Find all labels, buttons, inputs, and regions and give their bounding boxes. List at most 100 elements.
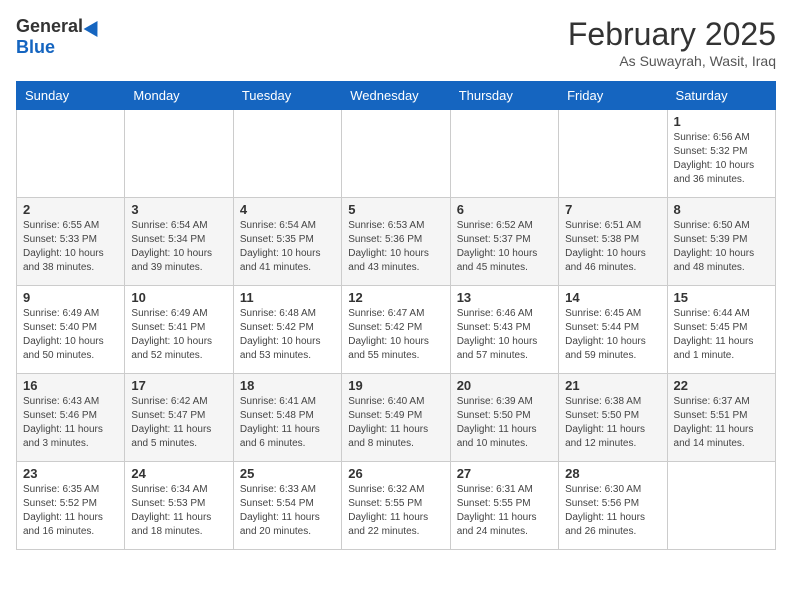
day-info: Sunrise: 6:42 AM Sunset: 5:47 PM Dayligh… bbox=[131, 395, 226, 451]
day-info: Sunrise: 6:54 AM Sunset: 5:35 PM Dayligh… bbox=[240, 219, 335, 275]
calendar-cell: 7 Sunrise: 6:51 AM Sunset: 5:38 PM Daylig… bbox=[559, 198, 667, 286]
day-number: 27 bbox=[457, 466, 552, 481]
day-number: 20 bbox=[457, 378, 552, 393]
calendar-cell: 27 Sunrise: 6:31 AM Sunset: 5:55 PM Dayli… bbox=[450, 462, 558, 550]
day-info: Sunrise: 6:49 AM Sunset: 5:41 PM Dayligh… bbox=[131, 307, 226, 363]
calendar-cell: 25 Sunrise: 6:33 AM Sunset: 5:54 PM Dayli… bbox=[233, 462, 341, 550]
column-header-monday: Monday bbox=[125, 82, 233, 110]
day-info: Sunrise: 6:41 AM Sunset: 5:48 PM Dayligh… bbox=[240, 395, 335, 451]
calendar-cell bbox=[233, 110, 341, 198]
calendar-week-row: 16 Sunrise: 6:43 AM Sunset: 5:46 PM Dayli… bbox=[17, 374, 776, 462]
day-info: Sunrise: 6:47 AM Sunset: 5:42 PM Dayligh… bbox=[348, 307, 443, 363]
calendar-cell bbox=[667, 462, 775, 550]
calendar-cell: 24 Sunrise: 6:34 AM Sunset: 5:53 PM Dayli… bbox=[125, 462, 233, 550]
calendar-cell: 12 Sunrise: 6:47 AM Sunset: 5:42 PM Dayli… bbox=[342, 286, 450, 374]
calendar-week-row: 9Sunrise: 6:49 AM Sunset: 5:40 PM Daylig… bbox=[17, 286, 776, 374]
month-year-title: February 2025 bbox=[568, 16, 776, 53]
day-number: 17 bbox=[131, 378, 226, 393]
day-info: Sunrise: 6:54 AM Sunset: 5:34 PM Dayligh… bbox=[131, 219, 226, 275]
calendar-cell bbox=[125, 110, 233, 198]
day-number: 7 bbox=[565, 202, 660, 217]
day-number: 16 bbox=[23, 378, 118, 393]
day-info: Sunrise: 6:51 AM Sunset: 5:38 PM Dayligh… bbox=[565, 219, 660, 275]
day-info: Sunrise: 6:38 AM Sunset: 5:50 PM Dayligh… bbox=[565, 395, 660, 451]
column-header-tuesday: Tuesday bbox=[233, 82, 341, 110]
day-info: Sunrise: 6:30 AM Sunset: 5:56 PM Dayligh… bbox=[565, 483, 660, 539]
calendar-cell: 4 Sunrise: 6:54 AM Sunset: 5:35 PM Daylig… bbox=[233, 198, 341, 286]
day-info: Sunrise: 6:49 AM Sunset: 5:40 PM Dayligh… bbox=[23, 307, 118, 363]
calendar-cell: 21 Sunrise: 6:38 AM Sunset: 5:50 PM Dayli… bbox=[559, 374, 667, 462]
day-info: Sunrise: 6:56 AM Sunset: 5:32 PM Dayligh… bbox=[674, 131, 769, 187]
day-number: 10 bbox=[131, 290, 226, 305]
calendar-week-row: 1 Sunrise: 6:56 AM Sunset: 5:32 PM Daylig… bbox=[17, 110, 776, 198]
day-number: 12 bbox=[348, 290, 443, 305]
day-number: 11 bbox=[240, 290, 335, 305]
day-info: Sunrise: 6:33 AM Sunset: 5:54 PM Dayligh… bbox=[240, 483, 335, 539]
day-info: Sunrise: 6:50 AM Sunset: 5:39 PM Dayligh… bbox=[674, 219, 769, 275]
calendar-cell bbox=[559, 110, 667, 198]
day-info: Sunrise: 6:39 AM Sunset: 5:50 PM Dayligh… bbox=[457, 395, 552, 451]
day-number: 6 bbox=[457, 202, 552, 217]
calendar-cell bbox=[17, 110, 125, 198]
day-info: Sunrise: 6:31 AM Sunset: 5:55 PM Dayligh… bbox=[457, 483, 552, 539]
day-info: Sunrise: 6:44 AM Sunset: 5:45 PM Dayligh… bbox=[674, 307, 769, 363]
day-info: Sunrise: 6:53 AM Sunset: 5:36 PM Dayligh… bbox=[348, 219, 443, 275]
day-number: 15 bbox=[674, 290, 769, 305]
calendar-cell: 19 Sunrise: 6:40 AM Sunset: 5:49 PM Dayli… bbox=[342, 374, 450, 462]
day-number: 23 bbox=[23, 466, 118, 481]
day-info: Sunrise: 6:55 AM Sunset: 5:33 PM Dayligh… bbox=[23, 219, 118, 275]
day-number: 24 bbox=[131, 466, 226, 481]
calendar-cell: 18 Sunrise: 6:41 AM Sunset: 5:48 PM Dayli… bbox=[233, 374, 341, 462]
column-header-wednesday: Wednesday bbox=[342, 82, 450, 110]
day-number: 13 bbox=[457, 290, 552, 305]
calendar-table: SundayMondayTuesdayWednesdayThursdayFrid… bbox=[16, 81, 776, 550]
calendar-cell: 20 Sunrise: 6:39 AM Sunset: 5:50 PM Dayli… bbox=[450, 374, 558, 462]
logo-general-text: General bbox=[16, 16, 83, 37]
location-subtitle: As Suwayrah, Wasit, Iraq bbox=[568, 53, 776, 69]
title-block: February 2025 As Suwayrah, Wasit, Iraq bbox=[568, 16, 776, 69]
calendar-cell: 11 Sunrise: 6:48 AM Sunset: 5:42 PM Dayli… bbox=[233, 286, 341, 374]
day-number: 5 bbox=[348, 202, 443, 217]
day-number: 1 bbox=[674, 114, 769, 129]
calendar-week-row: 2 Sunrise: 6:55 AM Sunset: 5:33 PM Daylig… bbox=[17, 198, 776, 286]
day-info: Sunrise: 6:40 AM Sunset: 5:49 PM Dayligh… bbox=[348, 395, 443, 451]
day-info: Sunrise: 6:46 AM Sunset: 5:43 PM Dayligh… bbox=[457, 307, 552, 363]
calendar-cell: 10 Sunrise: 6:49 AM Sunset: 5:41 PM Dayli… bbox=[125, 286, 233, 374]
day-info: Sunrise: 6:37 AM Sunset: 5:51 PM Dayligh… bbox=[674, 395, 769, 451]
day-info: Sunrise: 6:48 AM Sunset: 5:42 PM Dayligh… bbox=[240, 307, 335, 363]
calendar-cell: 26Sunrise: 6:32 AM Sunset: 5:55 PM Dayli… bbox=[342, 462, 450, 550]
day-number: 25 bbox=[240, 466, 335, 481]
logo-blue-text: Blue bbox=[16, 37, 55, 58]
logo-triangle-icon bbox=[84, 16, 105, 36]
day-info: Sunrise: 6:34 AM Sunset: 5:53 PM Dayligh… bbox=[131, 483, 226, 539]
logo: General Blue bbox=[16, 16, 102, 58]
day-number: 3 bbox=[131, 202, 226, 217]
day-info: Sunrise: 6:45 AM Sunset: 5:44 PM Dayligh… bbox=[565, 307, 660, 363]
calendar-cell: 1 Sunrise: 6:56 AM Sunset: 5:32 PM Daylig… bbox=[667, 110, 775, 198]
day-number: 2 bbox=[23, 202, 118, 217]
calendar-cell: 5 Sunrise: 6:53 AM Sunset: 5:36 PM Daylig… bbox=[342, 198, 450, 286]
day-number: 4 bbox=[240, 202, 335, 217]
calendar-cell bbox=[342, 110, 450, 198]
day-info: Sunrise: 6:52 AM Sunset: 5:37 PM Dayligh… bbox=[457, 219, 552, 275]
calendar-cell bbox=[450, 110, 558, 198]
calendar-cell: 14 Sunrise: 6:45 AM Sunset: 5:44 PM Dayli… bbox=[559, 286, 667, 374]
column-header-sunday: Sunday bbox=[17, 82, 125, 110]
day-number: 14 bbox=[565, 290, 660, 305]
day-info: Sunrise: 6:32 AM Sunset: 5:55 PM Dayligh… bbox=[348, 483, 443, 539]
day-number: 22 bbox=[674, 378, 769, 393]
calendar-cell: 17 Sunrise: 6:42 AM Sunset: 5:47 PM Dayli… bbox=[125, 374, 233, 462]
column-header-saturday: Saturday bbox=[667, 82, 775, 110]
calendar-cell: 23Sunrise: 6:35 AM Sunset: 5:52 PM Dayli… bbox=[17, 462, 125, 550]
column-header-thursday: Thursday bbox=[450, 82, 558, 110]
calendar-header-row: SundayMondayTuesdayWednesdayThursdayFrid… bbox=[17, 82, 776, 110]
calendar-cell: 15 Sunrise: 6:44 AM Sunset: 5:45 PM Dayli… bbox=[667, 286, 775, 374]
column-header-friday: Friday bbox=[559, 82, 667, 110]
day-number: 21 bbox=[565, 378, 660, 393]
day-info: Sunrise: 6:43 AM Sunset: 5:46 PM Dayligh… bbox=[23, 395, 118, 451]
day-number: 8 bbox=[674, 202, 769, 217]
day-number: 28 bbox=[565, 466, 660, 481]
day-number: 19 bbox=[348, 378, 443, 393]
day-number: 18 bbox=[240, 378, 335, 393]
page-header: General Blue February 2025 As Suwayrah, … bbox=[16, 16, 776, 69]
